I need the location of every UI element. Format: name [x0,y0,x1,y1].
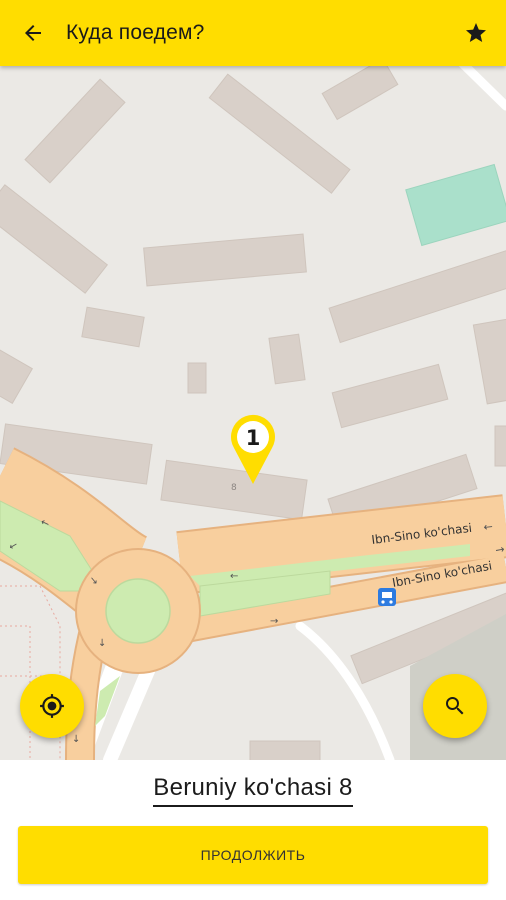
map-view[interactable]: ← ↓ ← → ↓ ↓ ↓ Ibn-Sino ko'chasi ← Ibn-Si… [0,66,506,760]
bottom-panel: Beruniy ko'chasi 8 ПРОДОЛЖИТЬ [0,760,506,900]
selected-address[interactable]: Beruniy ko'chasi 8 [153,774,353,807]
star-icon [466,23,486,42]
building [494,425,506,467]
building [249,740,321,760]
bus-stop-icon [378,588,396,606]
svg-text:↓: ↓ [72,734,80,745]
svg-text:→: → [270,616,278,627]
svg-text:↓: ↓ [98,638,106,649]
page-title: Куда поедем? [66,21,205,44]
building [268,333,306,385]
search-button[interactable] [423,674,487,738]
svg-text:←: ← [483,520,494,534]
building [187,362,207,394]
map-canvas: ← ↓ ← → ↓ ↓ ↓ Ibn-Sino ko'chasi ← Ibn-Si… [0,66,506,760]
favorites-button[interactable] [446,0,506,66]
pin-number: 1 [246,426,261,450]
search-icon [446,697,464,715]
my-location-button[interactable] [20,674,84,738]
app-bar: Куда поедем? [0,0,506,66]
arrow-back-icon [25,25,41,41]
continue-button[interactable]: ПРОДОЛЖИТЬ [18,826,488,884]
house-number: 8 [231,483,237,493]
back-button[interactable] [0,0,66,66]
my-location-icon [40,694,64,718]
svg-text:←: ← [230,571,238,582]
roundabout-center [105,578,171,644]
